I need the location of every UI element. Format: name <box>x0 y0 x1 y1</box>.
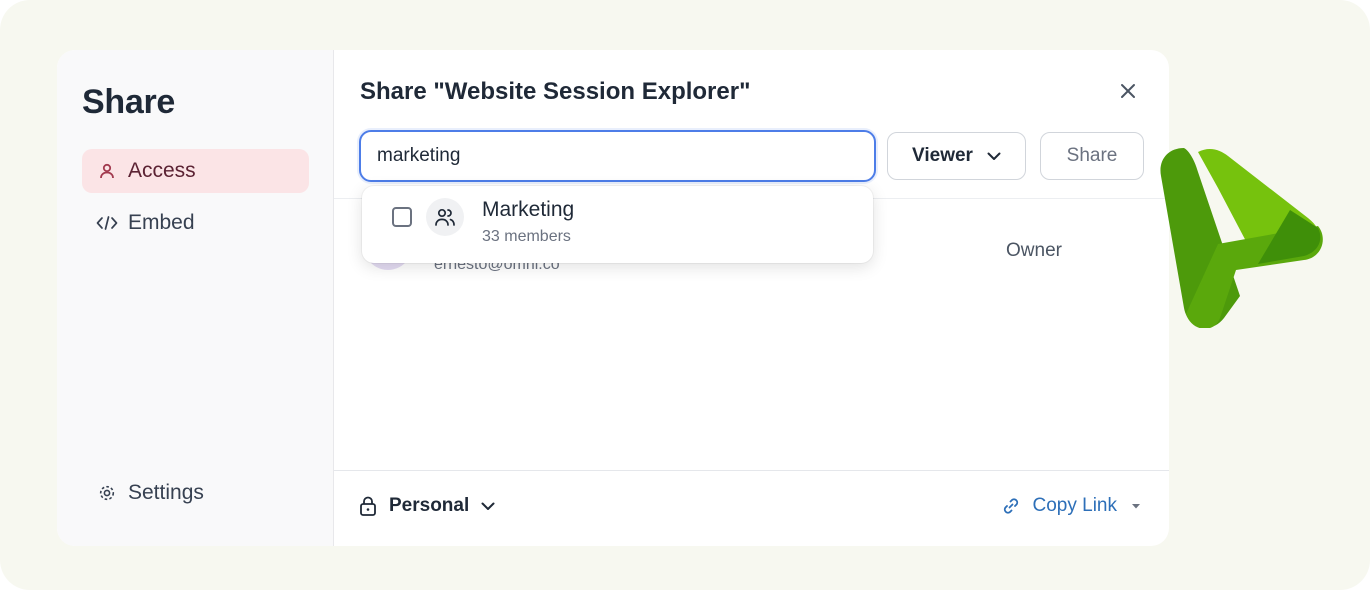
link-icon <box>1003 498 1018 514</box>
sidebar-item-embed[interactable]: Embed <box>82 201 309 245</box>
role-select-label: Viewer <box>912 145 973 166</box>
search-input[interactable] <box>359 130 876 182</box>
sidebar-item-label: Access <box>128 159 196 182</box>
copy-link-button[interactable]: Copy Link <box>1001 495 1144 517</box>
code-icon <box>96 212 118 234</box>
sidebar-item-label: Settings <box>128 481 204 504</box>
sidebar-item-settings[interactable]: Settings <box>82 471 309 515</box>
caret-down-icon[interactable] <box>1129 499 1143 513</box>
sidebar-title: Share <box>82 83 175 121</box>
gear-icon <box>96 482 118 504</box>
dialog-title: Share "Website Session Explorer" <box>360 78 751 105</box>
group-name[interactable]: Marketing <box>482 198 574 222</box>
user-icon <box>96 160 118 182</box>
omni-logo <box>1160 148 1323 328</box>
role-select[interactable]: Viewer <box>887 132 1026 180</box>
access-level-label: Personal <box>389 495 470 516</box>
sidebar-item-access[interactable]: Access <box>82 149 309 193</box>
close-button[interactable] <box>1115 78 1141 104</box>
member-role: Owner <box>1006 240 1062 261</box>
close-icon <box>1121 84 1135 98</box>
access-level-select[interactable]: Personal <box>359 495 495 517</box>
group-icon <box>426 198 464 236</box>
share-button[interactable]: Share <box>1040 132 1144 180</box>
divider <box>334 470 1169 471</box>
group-checkbox[interactable] <box>392 207 412 227</box>
sidebar: Share Access Embed Settings <box>57 50 334 546</box>
share-main: Share "Website Session Explorer" Viewer … <box>334 50 1169 546</box>
share-modal: Share Access Embed Settings Share "Websi… <box>57 50 1169 546</box>
chevron-down-icon <box>481 502 495 510</box>
chevron-down-icon <box>987 152 1001 160</box>
group-member-count: 33 members <box>482 228 571 245</box>
search-results-dropdown: Marketing 33 members <box>362 186 873 263</box>
lock-icon <box>360 496 376 516</box>
sidebar-item-label: Embed <box>128 211 195 234</box>
copy-link-label: Copy Link <box>1032 495 1118 516</box>
